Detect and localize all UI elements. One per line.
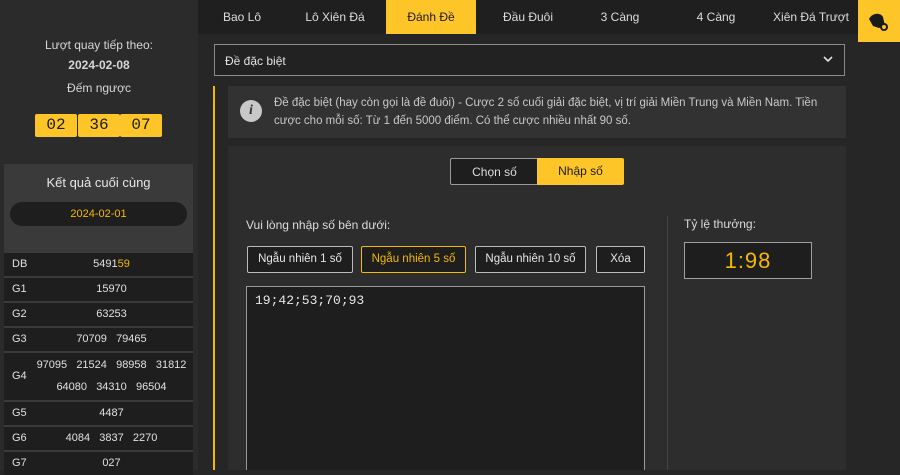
result-value: 4487 [99, 407, 124, 419]
result-value: 97095 21524 98958 31812 64080 34310 96504 [36, 359, 187, 393]
result-row-g6: G6 4084 3837 2270 [4, 427, 193, 450]
result-row-g1: G1 15970 [4, 278, 193, 301]
tab-lo-xien-da[interactable]: Lô Xiên Đá [290, 0, 380, 34]
ratio-label: Tỷ lệ thưởng: [684, 217, 756, 231]
result-key: G7 [12, 457, 27, 469]
info-text: Đề đặc biệt (hay còn gọi là đề đuôi) - C… [274, 97, 818, 127]
bet-type-value: Đề đặc biệt [225, 54, 286, 68]
numbers-input[interactable] [246, 286, 645, 470]
result-value: 15970 [96, 283, 127, 295]
result-row-g7: G7 027 [4, 452, 193, 475]
ratio-value: 1:98 [684, 242, 812, 279]
result-key: G5 [12, 407, 27, 419]
random-10-button[interactable]: Ngẫu nhiên 10 số [475, 246, 586, 273]
result-row-db: DB 549159 [4, 253, 193, 276]
bet-type-select[interactable]: Đề đặc biệt [214, 44, 845, 76]
next-draw-date: 2024-02-08 [68, 58, 130, 72]
chevron-down-icon [822, 53, 834, 68]
result-value: 027 [102, 457, 121, 469]
result-row-g2: G2 63253 [4, 303, 193, 326]
tab-dau-duoi[interactable]: Đầu Đuôi [480, 0, 576, 34]
countdown-seconds: 07 [120, 114, 162, 137]
sidebar: Lượt quay tiếp theo: 2024-02-08 Đếm ngượ… [0, 0, 198, 475]
result-key: DB [12, 258, 28, 270]
tab-danh-de[interactable]: Đánh Đề [386, 0, 476, 34]
tab-xien-da-truot[interactable]: Xiên Đá Trượt [764, 0, 858, 34]
results-title: Kết quả cuối cùng [46, 175, 151, 190]
result-value: 63253 [96, 308, 127, 320]
result-row-g3: G3 70709 79465 [4, 328, 193, 351]
result-value: 549159 [93, 258, 130, 270]
result-row-g5: G5 4487 [4, 402, 193, 425]
countdown-label: Đếm ngược [67, 81, 131, 95]
result-row-g4: G4 97095 21524 98958 31812 64080 34310 965… [4, 353, 193, 400]
tab-chon-so[interactable]: Chọn số [450, 158, 538, 185]
info-icon: i [240, 100, 262, 122]
result-key: G1 [12, 283, 27, 295]
clear-button[interactable]: Xóa [596, 246, 645, 273]
tab-bao-lo[interactable]: Bao Lô [198, 0, 286, 34]
tab-nhap-so[interactable]: Nhập số [537, 158, 624, 185]
random-1-button[interactable]: Ngẫu nhiên 1 số [247, 246, 353, 273]
tab-4-cang[interactable]: 4 Càng [668, 0, 764, 34]
countdown-hours: 02 [35, 114, 77, 137]
accent-divider [213, 86, 215, 470]
results-date: 2024-02-01 [10, 202, 187, 226]
result-key: G2 [12, 308, 27, 320]
random-5-button[interactable]: Ngẫu nhiên 5 số [361, 246, 466, 273]
info-box: i Đề đặc biệt (hay còn gọi là đề đuôi) -… [228, 86, 846, 138]
panel-divider [667, 216, 668, 470]
coin-hand-icon[interactable] [858, 0, 900, 42]
tab-3-cang[interactable]: 3 Càng [572, 0, 668, 34]
result-value: 4084 3837 2270 [65, 432, 158, 444]
result-key: G4 [12, 370, 27, 382]
next-draw-label: Lượt quay tiếp theo: [45, 38, 153, 52]
result-key: G3 [12, 333, 27, 345]
top-nav: Bao Lô Lô Xiên Đá Đánh Đề Đầu Đuôi 3 Càn… [198, 0, 858, 34]
result-key: G6 [12, 432, 27, 444]
input-prompt: Vui lòng nhập số bên dưới: [246, 218, 391, 232]
countdown-minutes: 36 [78, 114, 120, 137]
result-value: 70709 79465 [76, 333, 147, 345]
